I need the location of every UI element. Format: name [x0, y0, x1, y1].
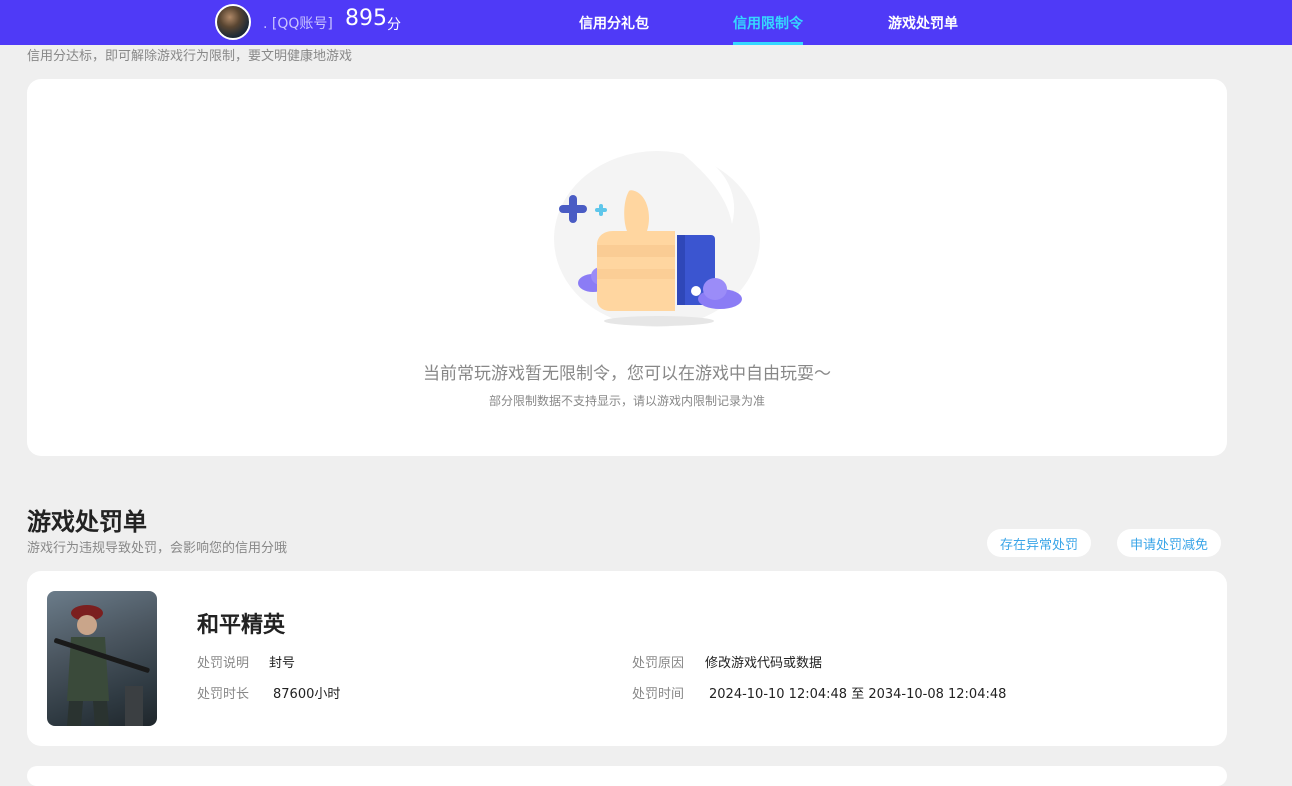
- tab-game-penalty[interactable]: 游戏处罚单: [888, 13, 958, 33]
- appeal-abnormal-button[interactable]: 存在异常处罚: [987, 529, 1092, 557]
- penalty-duration-label: 处罚时长: [197, 687, 250, 702]
- tab-credit-restriction[interactable]: 信用限制令: [733, 13, 803, 33]
- empty-subtitle: 部分限制数据不支持显示，请以游戏内限制记录为准: [488, 394, 765, 408]
- restriction-card: 当前常玩游戏暂无限制令，您可以在游戏中自由玩耍～ 部分限制数据不支持显示，请以游…: [27, 79, 1227, 456]
- thumbs-up-icon: [554, 149, 760, 327]
- section-subtitle: 游戏行为违规导致处罚，会影响您的信用分哦: [27, 541, 288, 556]
- next-penalty-card: [27, 766, 1227, 786]
- active-tab-indicator: [733, 42, 803, 45]
- penalty-card: 和平精英 处罚说明 封号 处罚原因 修改游戏代码或数据 处罚时长 87600小时…: [27, 571, 1227, 746]
- avatar[interactable]: [215, 4, 251, 40]
- top-navbar: . [QQ账号] 895 分 信用分礼包 信用限制令 游戏处罚单: [0, 0, 1292, 45]
- restriction-hint: 信用分达标，即可解除游戏行为限制，要文明健康地游戏: [27, 49, 353, 64]
- penalty-reason-value: 修改游戏代码或数据: [705, 656, 823, 671]
- penalty-desc-label: 处罚说明: [197, 656, 250, 671]
- credit-score-unit: 分: [387, 17, 401, 33]
- penalty-desc-value: 封号: [269, 656, 296, 671]
- game-cover-image: [47, 591, 157, 726]
- empty-title: 当前常玩游戏暂无限制令，您可以在游戏中自由玩耍～: [423, 364, 831, 384]
- tab-credit-gift[interactable]: 信用分礼包: [579, 13, 649, 33]
- account-label: . [QQ账号]: [263, 16, 333, 32]
- game-name: 和平精英: [197, 613, 286, 638]
- penalty-time-value: 2024-10-10 12:04:48 至 2034-10-08 12:04:4…: [709, 687, 1007, 702]
- credit-score: 895: [345, 6, 387, 31]
- section-title: 游戏处罚单: [27, 508, 147, 536]
- penalty-duration-value: 87600小时: [273, 687, 341, 702]
- penalty-time-label: 处罚时间: [632, 687, 685, 702]
- apply-reduction-button[interactable]: 申请处罚减免: [1117, 529, 1222, 557]
- penalty-reason-label: 处罚原因: [632, 656, 685, 671]
